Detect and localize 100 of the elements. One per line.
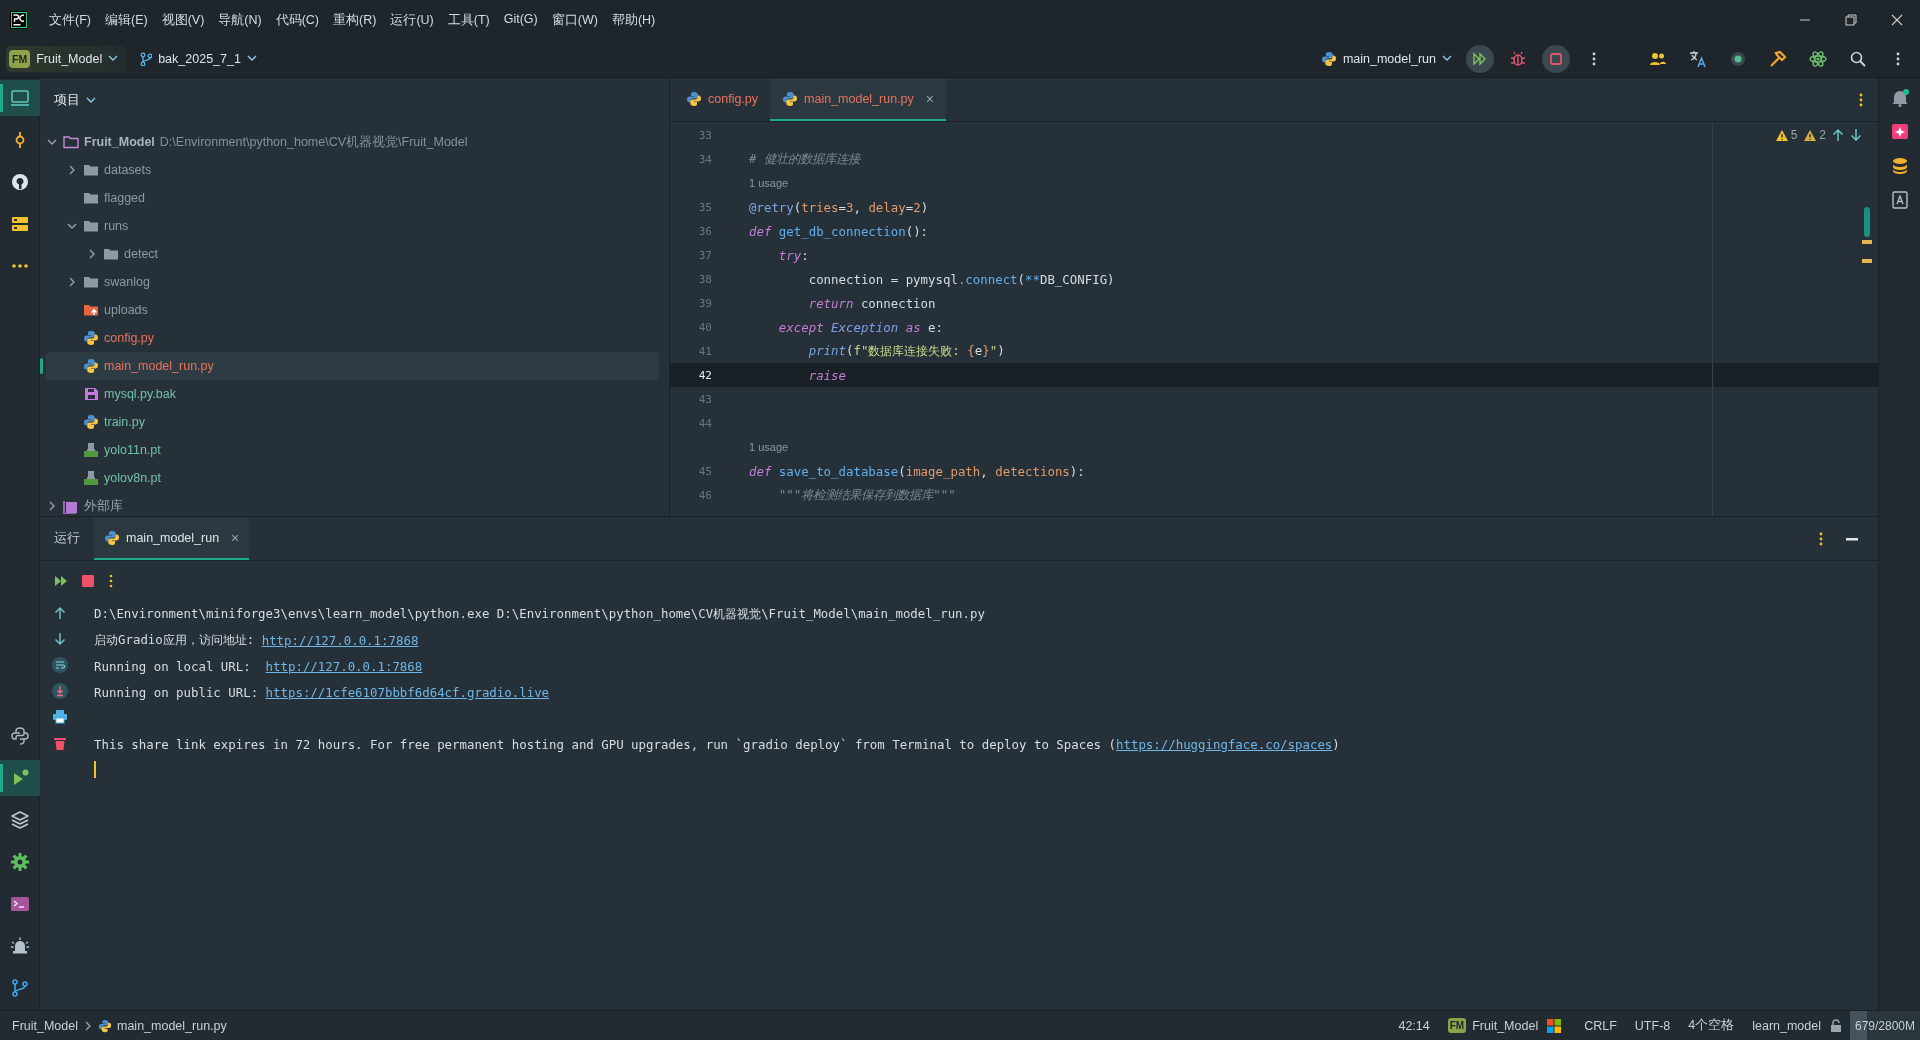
- file-name: 外部库: [84, 497, 123, 515]
- tree-item[interactable]: uploads: [46, 296, 659, 324]
- file-name: main_model_run.py: [104, 359, 214, 373]
- chevron-right-icon[interactable]: [67, 277, 77, 287]
- run-configuration[interactable]: main_model_run: [1314, 46, 1458, 71]
- line-number: 44: [697, 416, 712, 430]
- file-name: swanlog: [104, 275, 150, 289]
- python-icon: [686, 90, 702, 107]
- menu-item[interactable]: 帮助(H): [604, 7, 663, 33]
- tree-item[interactable]: datasets: [46, 156, 659, 184]
- atom-icon[interactable]: [1809, 49, 1827, 68]
- close-tab-button[interactable]: ×: [925, 90, 934, 107]
- menu-item[interactable]: 文件(F): [42, 7, 98, 33]
- tree-item[interactable]: detect: [46, 240, 659, 268]
- more-icon[interactable]: [1858, 91, 1864, 108]
- hammer-icon[interactable]: [1769, 49, 1787, 68]
- chevron-right-icon[interactable]: [47, 501, 57, 511]
- editor-tab[interactable]: main_model_run.py ×: [770, 78, 946, 121]
- folder-icon: [83, 162, 99, 178]
- python-icon: [104, 529, 120, 546]
- project-widget[interactable]: FM Fruit_Model: [6, 45, 127, 72]
- menu-item[interactable]: 工具(T): [440, 7, 497, 33]
- run-tab[interactable]: main_model_run ×: [94, 517, 250, 560]
- link[interactable]: http://127.0.0.1:7868: [261, 632, 419, 648]
- menu-item[interactable]: 视图(V): [154, 7, 212, 33]
- arrow-up-icon[interactable]: [52, 605, 68, 621]
- save-icon: [83, 386, 99, 402]
- chevron-down-icon[interactable]: [86, 96, 96, 104]
- menu-item[interactable]: 重构(R): [326, 7, 384, 33]
- code-line: raise: [807, 367, 846, 383]
- windows-logo-icon[interactable]: [1547, 1018, 1562, 1033]
- file-encoding[interactable]: UTF-8: [1625, 1018, 1680, 1033]
- tree-item[interactable]: train.py: [46, 408, 659, 436]
- console-line: This share link expires in 72 hours. For free permanent hosting and GPU upgrades, run `gradio deploy` from Terminal to deploy to Spaces (https://huggingface.co/spaces): [94, 735, 1341, 754]
- chevron-right-icon[interactable]: [67, 165, 77, 175]
- link[interactable]: http://127.0.0.1:7868: [265, 658, 423, 674]
- interpreter-widget[interactable]: FM Fruit_Model: [1438, 1018, 1548, 1033]
- alarm-icon: [9, 936, 30, 956]
- restore-icon[interactable]: [1845, 14, 1857, 26]
- scrollbar-thumb[interactable]: [1864, 207, 1870, 237]
- arrow-up-icon[interactable]: [1832, 128, 1844, 142]
- tree-item[interactable]: flagged: [46, 184, 659, 212]
- tree-item[interactable]: runs: [46, 212, 659, 240]
- bug-icon[interactable]: [1509, 49, 1527, 68]
- panel-title[interactable]: 项目: [54, 91, 80, 109]
- python-environment[interactable]: learn_model: [1743, 1018, 1830, 1033]
- arrow-down-icon[interactable]: [52, 631, 68, 647]
- link[interactable]: https://1cfe6107bbbf6d64cf.gradio.live: [265, 684, 550, 700]
- menu-item[interactable]: 导航(N): [211, 7, 269, 33]
- usage-hint[interactable]: 1 usage: [749, 441, 789, 453]
- warning-count[interactable]: 5: [1774, 128, 1798, 142]
- menu-item[interactable]: 代码(C): [268, 7, 327, 33]
- close-icon[interactable]: [1891, 14, 1903, 26]
- editor-tab[interactable]: config.py: [674, 78, 771, 121]
- tree-item[interactable]: swanlog: [46, 268, 659, 296]
- soft-wrap-icon[interactable]: [52, 657, 68, 673]
- scroll-to-end-icon[interactable]: [52, 683, 68, 699]
- menu-item[interactable]: 运行(U): [383, 7, 441, 33]
- tree-item[interactable]: yolo11n.pt: [46, 436, 659, 464]
- chevron-down-icon[interactable]: [67, 221, 77, 231]
- cursor-position[interactable]: 42:14: [1389, 1018, 1439, 1033]
- delete-icon[interactable]: [52, 735, 68, 751]
- menu-item[interactable]: 窗口(W): [544, 7, 605, 33]
- ai-assistant-icon[interactable]: [1889, 122, 1910, 142]
- reader-mode-icon[interactable]: [1889, 190, 1910, 210]
- close-tab-button[interactable]: ×: [231, 529, 240, 546]
- indent-setting[interactable]: 4个空格: [1679, 1017, 1744, 1034]
- branch-widget[interactable]: bak_2025_7_1: [134, 47, 263, 70]
- tree-item[interactable]: mysql.py.bak: [46, 380, 659, 408]
- link[interactable]: https://huggingface.co/spaces: [1116, 736, 1333, 752]
- tree-item[interactable]: yolov8n.pt: [46, 464, 659, 492]
- rerun-icon[interactable]: [54, 575, 68, 587]
- search-icon[interactable]: [1849, 49, 1867, 68]
- tree-item[interactable]: Fruit_Model D:\Environment\python_home\CV机器视觉\Fruit_Model: [46, 128, 659, 156]
- usage-hint[interactable]: 1 usage: [749, 177, 789, 189]
- warning-icon: [1803, 128, 1818, 142]
- lock-icon[interactable]: [1830, 1018, 1842, 1033]
- warning-count[interactable]: 2: [1803, 128, 1826, 142]
- code-line: def get_db_connection():: [749, 223, 929, 239]
- tree-item[interactable]: config.py: [46, 324, 659, 352]
- status-dot-icon[interactable]: [1729, 49, 1747, 68]
- app-logo-icon[interactable]: [10, 11, 28, 29]
- chevron-down-icon: [1442, 55, 1452, 62]
- branch-icon: [140, 51, 153, 66]
- print-icon[interactable]: [52, 709, 68, 725]
- chevron-down-icon[interactable]: [47, 137, 57, 147]
- more-icon[interactable]: [1818, 530, 1824, 547]
- more-icon[interactable]: [108, 574, 114, 588]
- menu-item[interactable]: 编辑(E): [97, 7, 155, 33]
- line-number: 33: [697, 128, 712, 142]
- arrow-down-icon[interactable]: [1850, 128, 1862, 142]
- line-separator[interactable]: CRLF: [1575, 1018, 1626, 1033]
- panel-title: 运行: [53, 530, 81, 547]
- tree-item[interactable]: 外部库: [46, 492, 659, 516]
- breadcrumb[interactable]: main_model_run.py: [98, 1018, 227, 1033]
- translate-icon[interactable]: [1689, 49, 1707, 68]
- menu-item[interactable]: Git(G): [496, 7, 545, 33]
- breadcrumb[interactable]: Fruit_Model: [12, 1018, 78, 1033]
- chevron-right-icon[interactable]: [87, 249, 97, 259]
- memory-indicator[interactable]: 679/2800M: [1850, 1010, 1920, 1040]
